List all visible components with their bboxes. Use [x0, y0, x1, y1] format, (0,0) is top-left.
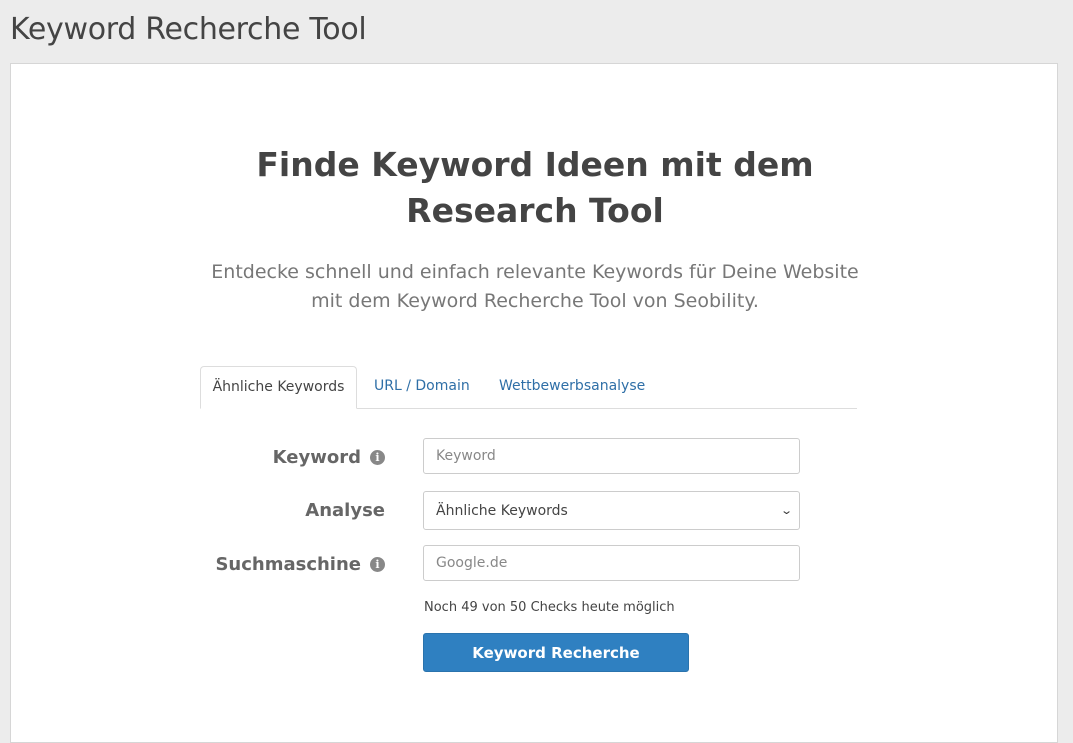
suchmaschine-label: Suchmaschine i: [215, 554, 385, 575]
analyse-label: Analyse: [305, 500, 385, 521]
main-card: Finde Keyword Ideen mit dem Research Too…: [10, 63, 1058, 743]
tab-aehnliche-keywords[interactable]: Ähnliche Keywords: [200, 366, 357, 409]
suchmaschine-label-text: Suchmaschine: [215, 554, 361, 575]
suchmaschine-input[interactable]: [423, 545, 800, 581]
analysis-tabs: Ähnliche Keywords URL / Domain Wettbewer…: [200, 366, 857, 409]
tab-wettbewerbsanalyse[interactable]: Wettbewerbsanalyse: [483, 366, 661, 408]
hero-headline-line-1: Finde Keyword Ideen mit dem: [256, 145, 814, 184]
keyword-label: Keyword i: [273, 447, 385, 468]
hero-headline-line-2: Research Tool: [406, 191, 664, 230]
hero-subline: Entdecke schnell und einfach relevante K…: [11, 258, 1059, 316]
hero-headline: Finde Keyword Ideen mit dem Research Too…: [11, 142, 1059, 234]
checks-remaining-note: Noch 49 von 50 Checks heute möglich: [424, 600, 675, 615]
analyse-select[interactable]: Ähnliche Keywords ⌄: [423, 491, 800, 530]
analyse-selected-value: Ähnliche Keywords: [436, 502, 568, 519]
analyse-label-text: Analyse: [305, 500, 385, 521]
hero-subline-line-1: Entdecke schnell und einfach relevante K…: [211, 261, 859, 283]
info-icon[interactable]: i: [370, 450, 385, 465]
hero-subline-line-2: mit dem Keyword Recherche Tool von Seobi…: [311, 290, 759, 312]
keyword-input[interactable]: [423, 438, 800, 474]
keyword-recherche-button[interactable]: Keyword Recherche: [423, 633, 689, 672]
chevron-down-icon: ⌄: [779, 504, 793, 517]
info-icon[interactable]: i: [370, 557, 385, 572]
page-title: Keyword Recherche Tool: [10, 12, 367, 47]
tab-url-domain[interactable]: URL / Domain: [358, 366, 486, 408]
keyword-label-text: Keyword: [272, 447, 361, 468]
